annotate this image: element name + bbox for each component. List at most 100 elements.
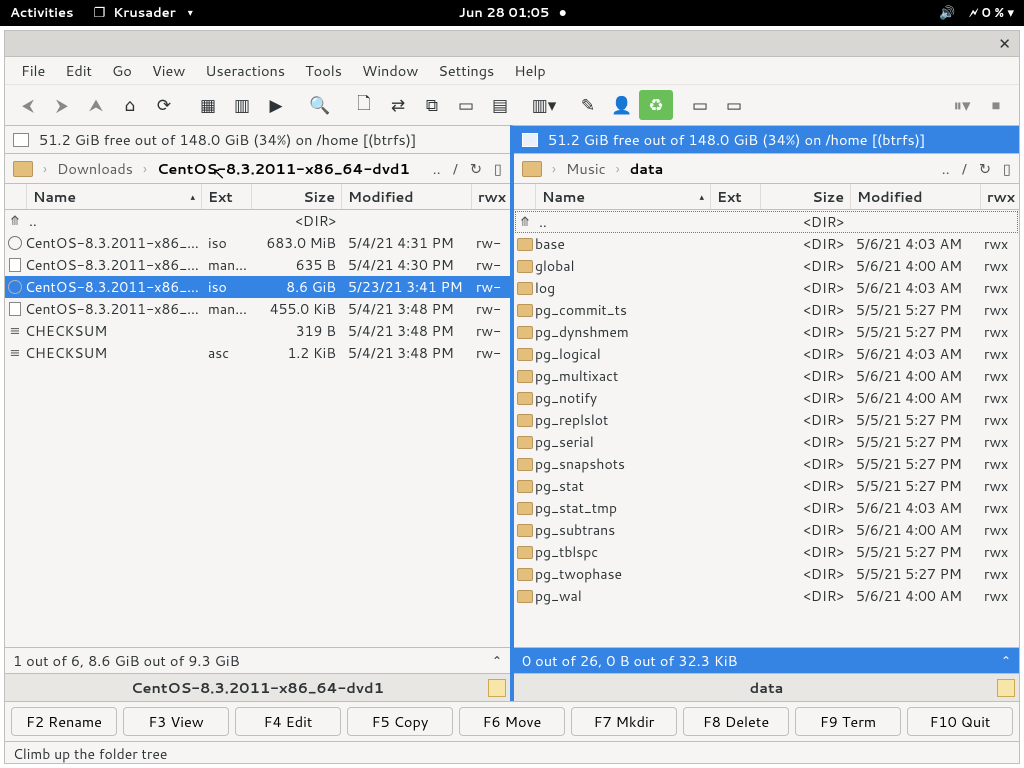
crumb-current[interactable]: data <box>630 158 664 179</box>
trash-icon[interactable]: ♻ <box>639 90 673 120</box>
right-disk-info[interactable]: 51.2 GiB free out of 148.0 GiB (34%) on … <box>514 126 1019 154</box>
locate-icon[interactable]: 🗋 <box>347 90 381 120</box>
new-tab-icon[interactable] <box>997 679 1015 697</box>
f10-quit[interactable]: F10 Quit <box>907 707 1013 736</box>
menu-settings[interactable]: Settings <box>428 56 504 85</box>
terminal-icon[interactable]: ▭ <box>449 90 483 120</box>
file-row[interactable]: CentOS-8.3.2011-x86_…man…635 B5/4/21 4:3… <box>5 254 510 276</box>
menu-tools[interactable]: Tools <box>295 56 352 85</box>
search-icon[interactable]: 🔍 <box>303 90 337 120</box>
f5-copy[interactable]: F5 Copy <box>347 707 453 736</box>
col-modified[interactable]: Modified <box>342 184 472 209</box>
window-titlebar[interactable]: ✕ <box>5 31 1019 57</box>
menu-edit[interactable]: Edit <box>55 56 102 85</box>
root-icon[interactable]: ✎ <box>571 90 605 120</box>
new-tab-icon[interactable] <box>488 679 506 697</box>
swap-panels-icon[interactable]: ▭ <box>717 90 751 120</box>
file-row[interactable]: pg_notify<DIR>5/6/21 4:00 AMrwx <box>515 387 1018 409</box>
f8-delete[interactable]: F8 Delete <box>683 707 789 736</box>
left-tab[interactable]: CentOS-8.3.2011-x86_64-dvd1 <box>5 673 510 701</box>
menu-file[interactable]: File <box>11 56 55 85</box>
compare-icon[interactable]: ⧉ <box>415 90 449 120</box>
folder-icon[interactable] <box>522 161 542 177</box>
file-row[interactable]: pg_tblspc<DIR>5/5/21 5:27 PMrwx <box>515 541 1018 563</box>
file-row[interactable]: pg_twophase<DIR>5/5/21 5:27 PMrwx <box>515 563 1018 585</box>
home-icon[interactable]: ⌂ <box>113 90 147 120</box>
right-file-list[interactable]: ..<DIR>base<DIR>5/6/21 4:03 AMrwxglobal<… <box>514 210 1019 647</box>
nav-forward-icon[interactable]: ⮞ <box>45 90 79 120</box>
menu-go[interactable]: Go <box>102 56 142 85</box>
file-row[interactable]: pg_dynshmem<DIR>5/5/21 5:27 PMrwx <box>515 321 1018 343</box>
file-row[interactable]: pg_commit_ts<DIR>5/5/21 5:27 PMrwx <box>515 299 1018 321</box>
f3-view[interactable]: F3 View <box>123 707 229 736</box>
file-row[interactable]: pg_serial<DIR>5/5/21 5:27 PMrwx <box>515 431 1018 453</box>
bookmark-icon[interactable]: ▯ <box>494 158 502 179</box>
file-row[interactable]: pg_snapshots<DIR>5/5/21 5:27 PMrwx <box>515 453 1018 475</box>
col-modified[interactable]: Modified <box>851 184 981 209</box>
user-icon[interactable]: 👤 <box>605 90 639 120</box>
file-row[interactable]: pg_logical<DIR>5/6/21 4:03 AMrwx <box>515 343 1018 365</box>
f2-rename[interactable]: F2 Rename <box>11 707 117 736</box>
slash-root[interactable]: / <box>962 158 967 179</box>
menu-useractions[interactable]: Useractions <box>195 56 295 85</box>
updir-dots[interactable]: .. <box>942 158 950 179</box>
volume-icon[interactable]: 🔊 <box>939 4 955 22</box>
history-icon[interactable]: ↻ <box>470 158 482 179</box>
f6-move[interactable]: F6 Move <box>459 707 565 736</box>
left-file-list[interactable]: ..<DIR>CentOS-8.3.2011-x86_…iso683.0 MiB… <box>5 210 510 647</box>
chevron-up-icon[interactable]: ⌃ <box>1001 652 1011 669</box>
col-size[interactable]: Size <box>252 184 342 209</box>
file-row[interactable]: CHECKSUM319 B5/4/21 3:48 PMrw- <box>5 320 510 342</box>
select-icon[interactable]: ▦ <box>191 90 225 120</box>
col-name[interactable]: Name <box>536 184 711 209</box>
file-row[interactable]: log<DIR>5/6/21 4:03 AMrwx <box>515 277 1018 299</box>
nav-back-icon[interactable]: ⮜ <box>11 90 45 120</box>
file-row[interactable]: CentOS-8.3.2011-x86_…iso683.0 MiB5/4/21 … <box>5 232 510 254</box>
crumb-current[interactable]: CentOS-8.3.2011-x86_64-dvd1 <box>157 158 410 179</box>
chevron-up-icon[interactable]: ⌃ <box>492 652 502 669</box>
col-size[interactable]: Size <box>761 184 851 209</box>
run-icon[interactable]: ▶ <box>259 90 293 120</box>
bookmark-icon[interactable]: ▯ <box>1003 158 1011 179</box>
col-rwx[interactable]: rwx <box>472 184 510 209</box>
file-row[interactable]: pg_replslot<DIR>5/5/21 5:27 PMrwx <box>515 409 1018 431</box>
equal-panels-icon[interactable]: ▭ <box>683 90 717 120</box>
stop-icon[interactable]: ⏹ <box>979 90 1013 120</box>
menu-window[interactable]: Window <box>352 56 428 85</box>
diskusage-icon[interactable]: ▤ <box>483 90 517 120</box>
folder-icon[interactable] <box>13 161 33 177</box>
nav-up-icon[interactable]: ⮝ <box>79 90 113 120</box>
file-row[interactable]: pg_wal<DIR>5/6/21 4:00 AMrwx <box>515 585 1018 607</box>
col-ext[interactable]: Ext <box>202 184 252 209</box>
history-icon[interactable]: ↻ <box>979 158 991 179</box>
sync-dirs-icon[interactable]: ⇄ <box>381 90 415 120</box>
pause-icon[interactable]: ⏸▾ <box>945 90 979 120</box>
activities-button[interactable]: Activities <box>10 4 74 22</box>
f7-mkdir[interactable]: F7 Mkdir <box>571 707 677 736</box>
updir-dots[interactable]: .. <box>433 158 441 179</box>
file-row[interactable]: base<DIR>5/6/21 4:03 AMrwx <box>515 233 1018 255</box>
file-row[interactable]: CHECKSUMasc1.2 KiB5/4/21 3:48 PMrw- <box>5 342 510 364</box>
file-row[interactable]: pg_stat<DIR>5/5/21 5:27 PMrwx <box>515 475 1018 497</box>
menu-view[interactable]: View <box>142 56 195 85</box>
file-row[interactable]: CentOS-8.3.2011-x86_…iso8.6 GiB5/23/21 3… <box>5 276 510 298</box>
file-row[interactable]: CentOS-8.3.2011-x86_…man…455.0 KiB5/4/21… <box>5 298 510 320</box>
file-row[interactable]: pg_subtrans<DIR>5/6/21 4:00 AMrwx <box>515 519 1018 541</box>
parent-dir-row[interactable]: ..<DIR> <box>5 210 510 232</box>
parent-dir-row[interactable]: ..<DIR> <box>515 211 1018 233</box>
reload-icon[interactable]: ⟳ <box>147 90 181 120</box>
app-menu[interactable]: ❐ Krusader <box>94 4 193 22</box>
clock[interactable]: Jun 28 01:05 <box>459 4 550 22</box>
file-row[interactable]: pg_multixact<DIR>5/6/21 4:00 AMrwx <box>515 365 1018 387</box>
f4-edit[interactable]: F4 Edit <box>235 707 341 736</box>
f9-term[interactable]: F9 Term <box>795 707 901 736</box>
col-name[interactable]: Name <box>27 184 202 209</box>
deselect-icon[interactable]: ▥ <box>225 90 259 120</box>
crumb-music[interactable]: Music <box>566 158 606 179</box>
close-icon[interactable]: ✕ <box>998 33 1011 54</box>
battery-icon[interactable]: 🗲 0 % ▾ <box>969 4 1014 22</box>
file-row[interactable]: pg_stat_tmp<DIR>5/6/21 4:03 AMrwx <box>515 497 1018 519</box>
col-ext[interactable]: Ext <box>711 184 761 209</box>
slash-root[interactable]: / <box>453 158 458 179</box>
file-row[interactable]: global<DIR>5/6/21 4:00 AMrwx <box>515 255 1018 277</box>
